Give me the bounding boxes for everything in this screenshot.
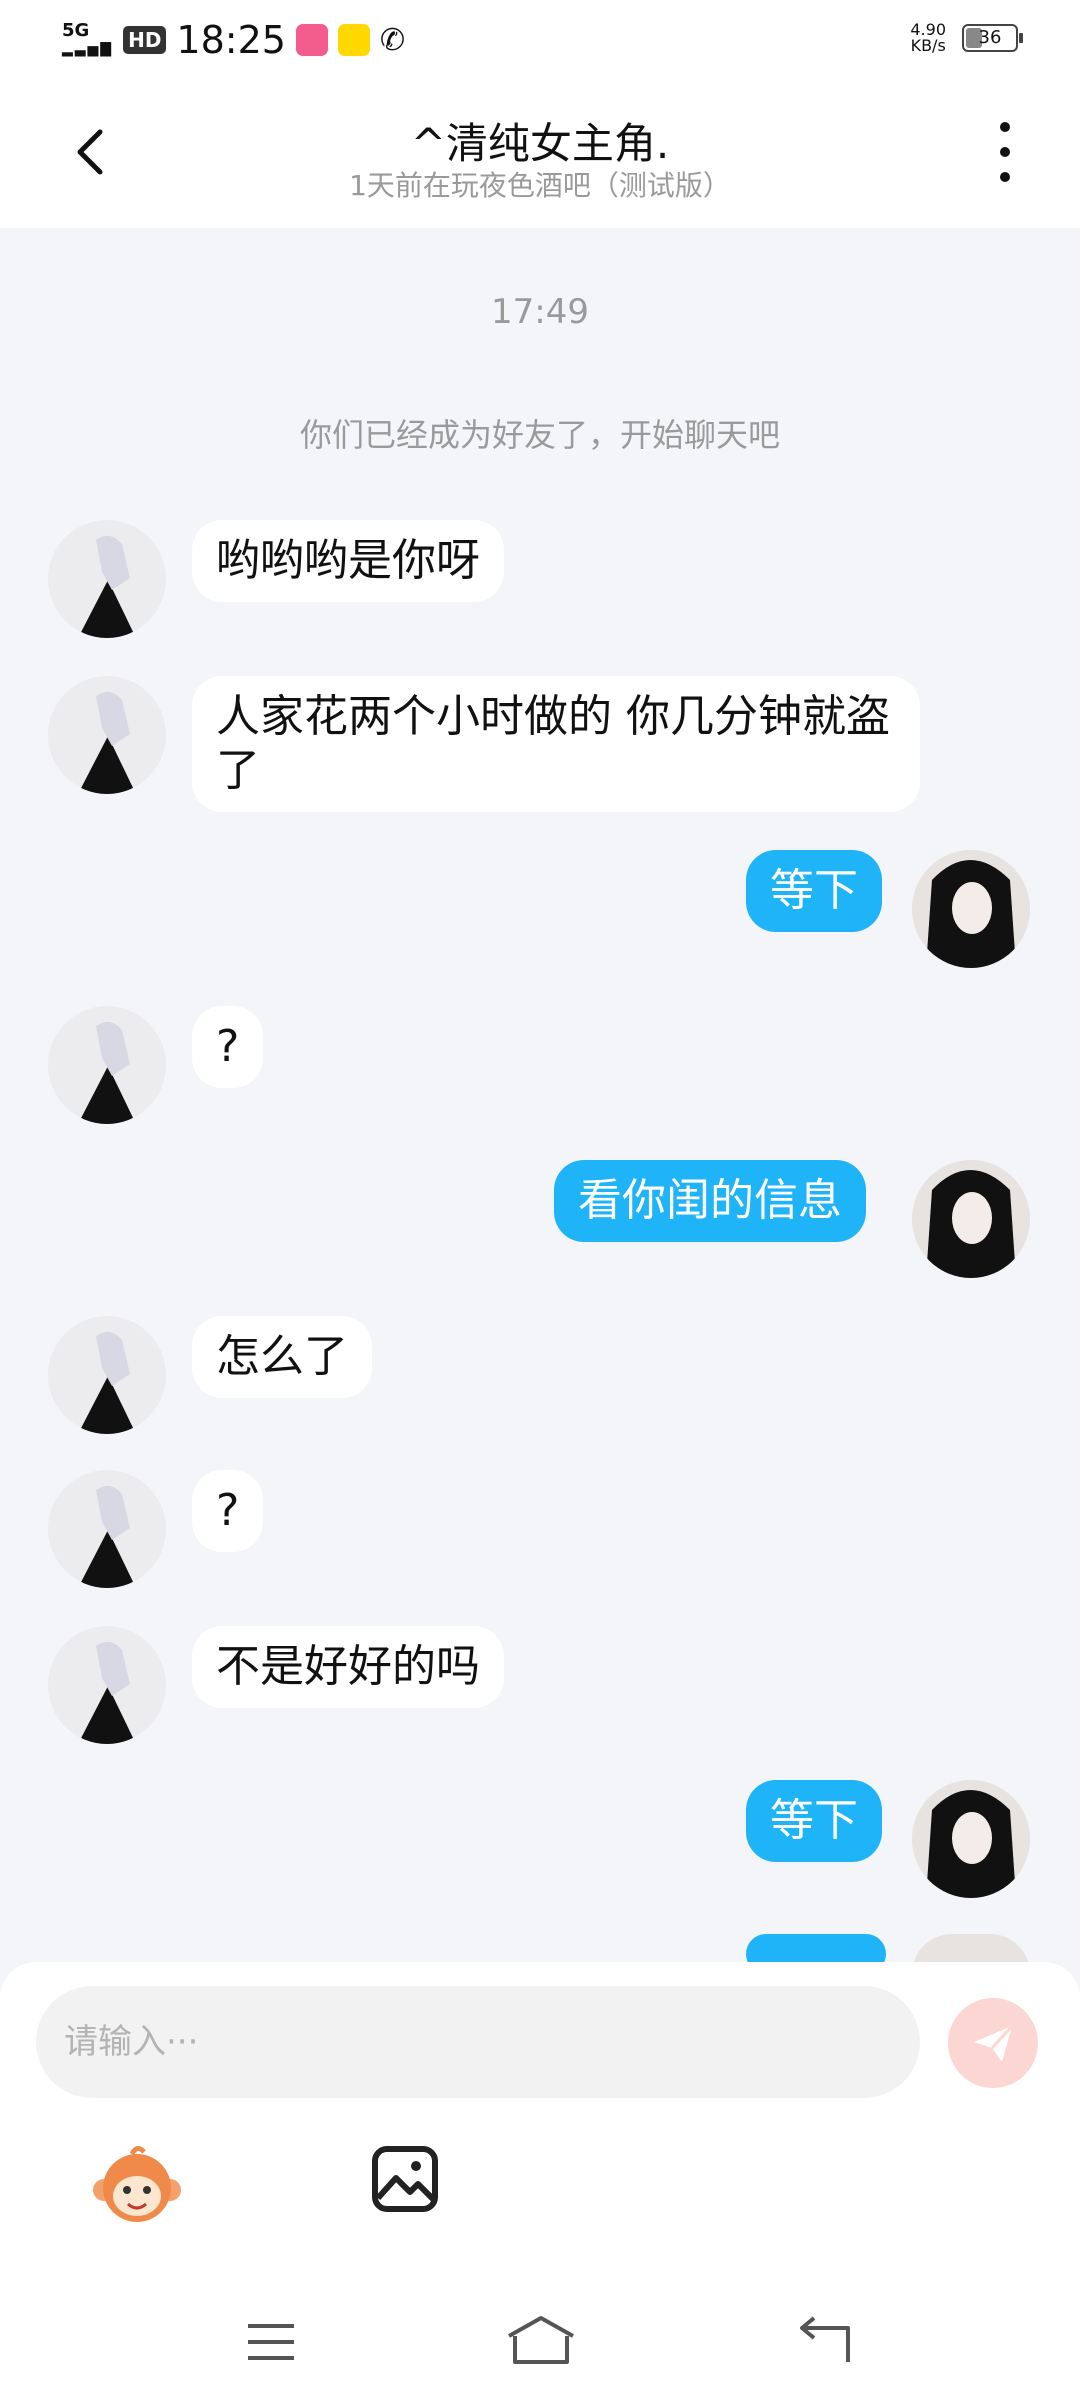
signal-indicator: 5G ▂▃▅▇ bbox=[62, 20, 114, 58]
phone-icon: ✆ bbox=[379, 22, 406, 58]
system-nav-bar bbox=[0, 2280, 1080, 2400]
chat-title: ^清纯女主角. bbox=[410, 119, 670, 168]
dot-icon bbox=[1000, 172, 1010, 182]
system-message: 你们已经成为好友了，开始聊天吧 bbox=[299, 416, 780, 454]
status-right: 4.90 KB/s 36 bbox=[910, 20, 1023, 55]
menu-icon bbox=[248, 2324, 294, 2360]
contact-avatar[interactable] bbox=[48, 1626, 166, 1744]
contact-avatar[interactable] bbox=[48, 1316, 166, 1434]
message-bubble-incoming[interactable]: 哟哟哟是你呀 bbox=[192, 520, 504, 602]
battery-icon: 36 bbox=[962, 24, 1023, 52]
home-icon bbox=[508, 2316, 574, 2364]
contact-avatar[interactable] bbox=[48, 520, 166, 638]
system-back-button[interactable] bbox=[796, 2316, 852, 2366]
contact-avatar[interactable] bbox=[48, 676, 166, 794]
status-bar: 5G ▂▃▅▇ HD 18:25 ✆ 4.90 KB/s 36 bbox=[0, 0, 1080, 82]
message-bubble-incoming[interactable]: 人家花两个小时做的 你几分钟就盗了 bbox=[192, 676, 920, 812]
network-speed: 4.90 KB/s bbox=[910, 20, 946, 55]
message-bubble-incoming[interactable]: 不是好好的吗 bbox=[192, 1626, 504, 1708]
message-bubble-outgoing[interactable]: 等下 bbox=[746, 850, 882, 932]
message-input[interactable] bbox=[36, 1986, 920, 2098]
image-icon bbox=[372, 2146, 438, 2212]
bilibili-app-icon bbox=[295, 24, 328, 56]
hd-badge: HD bbox=[123, 26, 167, 54]
message-bubble-incoming[interactable]: ? bbox=[192, 1006, 264, 1088]
my-avatar[interactable] bbox=[912, 1780, 1030, 1898]
paper-plane-icon bbox=[974, 2024, 1014, 2062]
chat-subtitle: 1天前在玩夜色酒吧（测试版） bbox=[349, 169, 731, 202]
message-bubble-outgoing[interactable]: 等下 bbox=[746, 1780, 882, 1862]
dot-icon bbox=[1000, 147, 1010, 157]
message-bubble-incoming[interactable]: ? bbox=[192, 1470, 264, 1552]
recents-button[interactable] bbox=[246, 2320, 296, 2364]
message-bubble-incoming[interactable]: 怎么了 bbox=[192, 1316, 372, 1398]
kuaikan-app-icon bbox=[337, 24, 370, 56]
return-icon bbox=[800, 2316, 850, 2362]
message-bubble-outgoing[interactable]: 看你闺的信息 bbox=[554, 1160, 866, 1242]
message-input-container bbox=[36, 1986, 920, 2098]
home-button[interactable] bbox=[505, 2314, 577, 2366]
chat-header: ^清纯女主角. 1天前在玩夜色酒吧（测试版） bbox=[0, 82, 1080, 228]
my-avatar[interactable] bbox=[912, 850, 1030, 968]
contact-avatar[interactable] bbox=[48, 1470, 166, 1588]
dot-icon bbox=[1000, 122, 1010, 132]
send-button[interactable] bbox=[948, 1998, 1038, 2088]
clock: 18:25 bbox=[176, 18, 286, 62]
status-left: 5G ▂▃▅▇ HD 18:25 ✆ bbox=[62, 18, 405, 62]
chat-timestamp: 17:49 bbox=[491, 292, 589, 332]
image-button[interactable] bbox=[370, 2144, 440, 2214]
more-options-button[interactable] bbox=[990, 122, 1020, 182]
monkey-emoji-icon bbox=[93, 2146, 181, 2222]
emoji-button[interactable] bbox=[92, 2140, 182, 2230]
contact-avatar[interactable] bbox=[48, 1006, 166, 1124]
my-avatar[interactable] bbox=[912, 1160, 1030, 1278]
